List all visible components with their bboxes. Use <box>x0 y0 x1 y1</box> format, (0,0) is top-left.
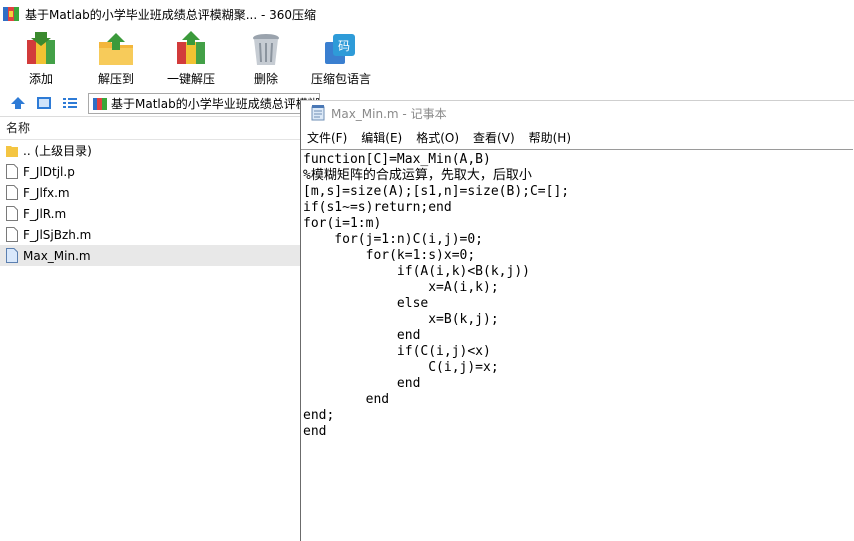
list-item[interactable]: F_JlR.m <box>0 203 300 224</box>
notepad-titlebar: Max_Min.m - 记事本 <box>301 101 854 125</box>
list-item-label: Max_Min.m <box>23 248 91 263</box>
menu-format[interactable]: 格式(O) <box>416 129 459 146</box>
notepad-icon <box>311 105 325 121</box>
extract-folder-icon <box>99 33 133 65</box>
list-item-label: F_JlSjBzh.m <box>23 227 92 242</box>
extract-to-label: 解压到 <box>97 72 134 86</box>
list-view-icon[interactable] <box>62 95 78 111</box>
add-button[interactable]: 添加 <box>20 30 62 88</box>
file-icon <box>6 206 18 221</box>
encoding-icon-text: 码 <box>338 39 350 53</box>
notepad-text-area[interactable]: function[C]=Max_Min(A,B) %模糊矩阵的合成运算，先取大，… <box>301 149 853 540</box>
file-icon <box>6 164 18 179</box>
menu-view[interactable]: 查看(V) <box>473 129 515 146</box>
path-field[interactable]: 基于Matlab的小学毕业班成绩总评模糊聚类 <box>88 93 320 114</box>
list-item-label: F_Jlfx.m <box>23 185 70 200</box>
archive-window-title: 基于Matlab的小学毕业班成绩总评模糊聚... - 360压缩 <box>25 7 317 22</box>
list-item-label: F_JlR.m <box>23 206 67 221</box>
thumbnail-view-icon[interactable] <box>36 95 52 111</box>
file-icon <box>6 227 18 242</box>
one-click-extract-button[interactable]: 一键解压 <box>164 30 218 88</box>
one-click-extract-icon <box>177 31 205 64</box>
encoding-label: 压缩包语言 <box>310 72 371 86</box>
encoding-icon: 码 <box>325 34 355 64</box>
notepad-window: Max_Min.m - 记事本 文件(F) 编辑(E) 格式(O) 查看(V) … <box>300 100 854 541</box>
matlab-file-icon <box>6 248 18 263</box>
add-archive-icon <box>27 32 55 64</box>
menu-edit[interactable]: 编辑(E) <box>361 129 402 146</box>
archive-encoding-button[interactable]: 码 压缩包语言 <box>310 30 372 88</box>
trash-icon <box>253 34 279 65</box>
path-text: 基于Matlab的小学毕业班成绩总评模糊聚类 <box>111 97 319 111</box>
notepad-content: function[C]=Max_Min(A,B) %模糊矩阵的合成运算，先取大，… <box>303 152 570 439</box>
menu-help[interactable]: 帮助(H) <box>529 129 571 146</box>
list-item-parent-folder[interactable]: .. (上级目录) <box>0 140 300 161</box>
file-list: 名称 .. (上级目录) F_JlDtjl.p F_Jlfx.m F_JlR.m <box>0 117 301 540</box>
delete-label: 删除 <box>253 72 278 86</box>
up-level-icon[interactable] <box>10 95 26 111</box>
notepad-title: Max_Min.m - 记事本 <box>331 106 447 121</box>
folder-icon <box>6 143 18 158</box>
column-header-name[interactable]: 名称 <box>0 117 300 140</box>
notepad-menubar: 文件(F) 编辑(E) 格式(O) 查看(V) 帮助(H) <box>301 125 854 149</box>
add-label: 添加 <box>28 72 53 86</box>
delete-button[interactable]: 删除 <box>246 30 286 88</box>
archive-app-icon <box>3 6 19 22</box>
archive-path-icon <box>93 97 107 111</box>
list-item[interactable]: F_Jlfx.m <box>0 182 300 203</box>
one-click-extract-label: 一键解压 <box>166 72 215 86</box>
archive-titlebar: 基于Matlab的小学毕业班成绩总评模糊聚... - 360压缩 <box>0 0 854 28</box>
archive-toolbar: 添加 解压到 一键解压 删除 码 压缩包语言 <box>0 28 854 91</box>
list-item[interactable]: F_JlSjBzh.m <box>0 224 300 245</box>
list-item-label: F_JlDtjl.p <box>23 164 75 179</box>
list-item-label: .. (上级目录) <box>23 144 92 158</box>
file-icon <box>6 185 18 200</box>
list-item-selected[interactable]: Max_Min.m <box>0 245 300 266</box>
menu-file[interactable]: 文件(F) <box>307 129 347 146</box>
list-item[interactable]: F_JlDtjl.p <box>0 161 300 182</box>
extract-to-button[interactable]: 解压到 <box>94 30 138 88</box>
